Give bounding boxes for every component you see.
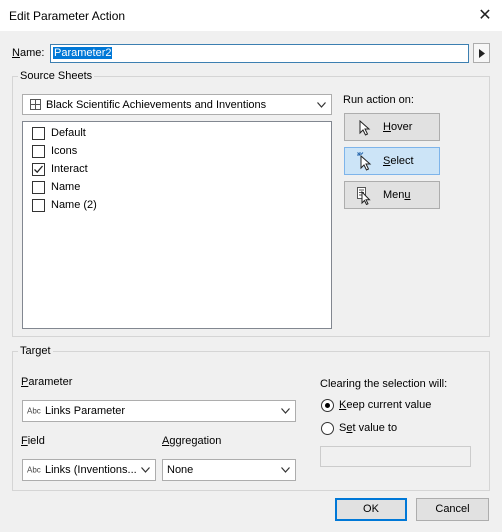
set-value-option[interactable]: Set value to <box>321 421 397 435</box>
datasource-value: Black Scientific Achievements and Invent… <box>46 98 267 111</box>
chevron-down-icon <box>281 467 290 473</box>
source-sheets-title: Source Sheets <box>18 70 95 82</box>
datasource-dropdown[interactable]: Black Scientific Achievements and Invent… <box>22 94 332 115</box>
select-button-label: Select <box>383 155 414 167</box>
checkbox-interact[interactable] <box>32 162 45 176</box>
name-menu-button[interactable] <box>473 43 490 63</box>
menu-button-label: Menu <box>383 189 411 201</box>
close-icon[interactable]: ✕ <box>476 7 494 25</box>
sheets-listbox[interactable]: Default Icons Interact Name Name (2) <box>22 121 332 329</box>
parameter-value: Links Parameter <box>45 405 126 417</box>
keep-current-value-option[interactable]: Keep current value <box>321 398 431 412</box>
select-pointer-icon <box>357 152 372 171</box>
target-title: Target <box>18 345 53 357</box>
parameter-label: Parameter <box>21 376 73 388</box>
menu-pointer-icon <box>357 187 371 205</box>
checkbox-default[interactable] <box>32 126 45 140</box>
sheet-grid-icon <box>30 99 41 110</box>
sheet-item-default[interactable]: Default <box>32 125 86 141</box>
select-button[interactable]: Select <box>344 147 440 175</box>
aggregation-label: Aggregation <box>162 435 222 447</box>
field-label: Field <box>21 435 45 447</box>
aggregation-value: None <box>167 464 194 476</box>
checkbox-name-2[interactable] <box>32 198 45 212</box>
checkbox-name[interactable] <box>32 180 45 194</box>
run-action-label: Run action on: <box>343 94 414 106</box>
string-type-icon: Abc <box>27 465 41 475</box>
ok-button[interactable]: OK <box>335 498 407 521</box>
name-input[interactable]: Parameter2 <box>50 44 469 63</box>
keep-current-value-label: Keep current value <box>339 399 432 411</box>
sheet-label: Name <box>51 181 81 193</box>
clearing-label: Clearing the selection will: <box>320 378 448 390</box>
keep-current-value-radio[interactable] <box>321 398 334 412</box>
sheet-label: Name (2) <box>51 199 97 211</box>
sheet-item-name-2[interactable]: Name (2) <box>32 197 97 213</box>
cancel-button[interactable]: Cancel <box>416 498 489 521</box>
sheet-item-interact[interactable]: Interact <box>32 161 88 177</box>
pointer-icon <box>359 120 371 136</box>
set-value-input <box>320 446 471 467</box>
sheet-item-icons[interactable]: Icons <box>32 143 77 159</box>
set-value-label: Set value to <box>339 422 398 434</box>
checkmark-icon <box>34 165 43 173</box>
sheet-label: Icons <box>51 145 78 157</box>
chevron-down-icon <box>141 467 150 473</box>
sheet-label: Default <box>51 127 86 139</box>
chevron-down-icon <box>317 101 326 108</box>
field-dropdown[interactable]: Abc Links (Inventions... <box>22 459 156 481</box>
set-value-radio[interactable] <box>321 421 334 435</box>
name-input-value: Parameter2 <box>53 47 113 59</box>
checkbox-icons[interactable] <box>32 144 45 158</box>
window-title: Edit Parameter Action <box>9 9 126 23</box>
aggregation-dropdown[interactable]: None <box>162 459 296 481</box>
hover-button[interactable]: Hover <box>344 113 440 141</box>
hover-button-label: Hover <box>383 121 413 133</box>
sheet-label: Interact <box>51 163 88 175</box>
field-value: Links (Inventions... <box>45 464 137 476</box>
sheet-item-name[interactable]: Name <box>32 179 80 195</box>
chevron-right-icon <box>479 49 485 58</box>
string-type-icon: Abc <box>27 406 41 416</box>
chevron-down-icon <box>281 408 290 414</box>
name-label: Name: <box>12 47 45 59</box>
parameter-dropdown[interactable]: Abc Links Parameter <box>22 400 296 422</box>
menu-button[interactable]: Menu <box>344 181 440 209</box>
